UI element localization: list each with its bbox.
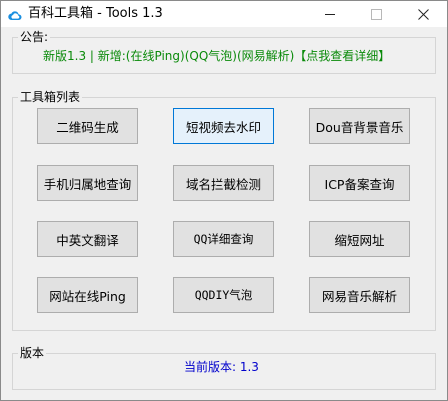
notice-group-label: 公告: [18,29,51,45]
douyin-music-button[interactable]: Dou音背景音乐 [309,108,410,144]
window-title: 百科工具箱 - Tools 1.3 [28,6,163,21]
close-button[interactable] [400,1,446,27]
qq-diy-bubble-button[interactable]: QQDIY气泡 [173,277,274,313]
video-watermark-remove-button[interactable]: 短视频去水印 [173,108,274,144]
tools-group-label: 工具箱列表 [18,89,83,105]
translate-button[interactable]: 中英文翻译 [37,221,138,257]
minimize-icon [325,13,335,15]
icp-lookup-button[interactable]: ICP备案查询 [309,165,410,201]
title-bar[interactable]: 百科工具箱 - Tools 1.3 [1,1,447,27]
cloud-icon [8,7,22,21]
qq-detail-button[interactable]: QQ详细查询 [173,221,274,257]
phone-location-button[interactable]: 手机归属地查询 [37,165,138,201]
close-icon [417,8,429,20]
version-group-label: 版本 [18,345,47,361]
version-text: 当前版本: 1.3 [184,360,259,374]
notice-link[interactable]: 新版1.3 | 新增:(在线Ping)(QQ气泡)(网易解析)【点我查看详细】 [43,49,390,63]
app-window: 百科工具箱 - Tools 1.3 公告: 新版1.3 | 新增:(在线Ping… [0,0,448,401]
minimize-button[interactable] [307,1,353,27]
qrcode-generate-button[interactable]: 二维码生成 [37,108,138,144]
maximize-icon [370,8,382,20]
ping-button[interactable]: 网站在线Ping [37,277,138,313]
domain-block-check-button[interactable]: 域名拦截检测 [173,165,274,201]
netease-music-button[interactable]: 网易音乐解析 [309,277,410,313]
maximize-button [353,1,399,27]
short-url-button[interactable]: 缩短网址 [309,221,410,257]
